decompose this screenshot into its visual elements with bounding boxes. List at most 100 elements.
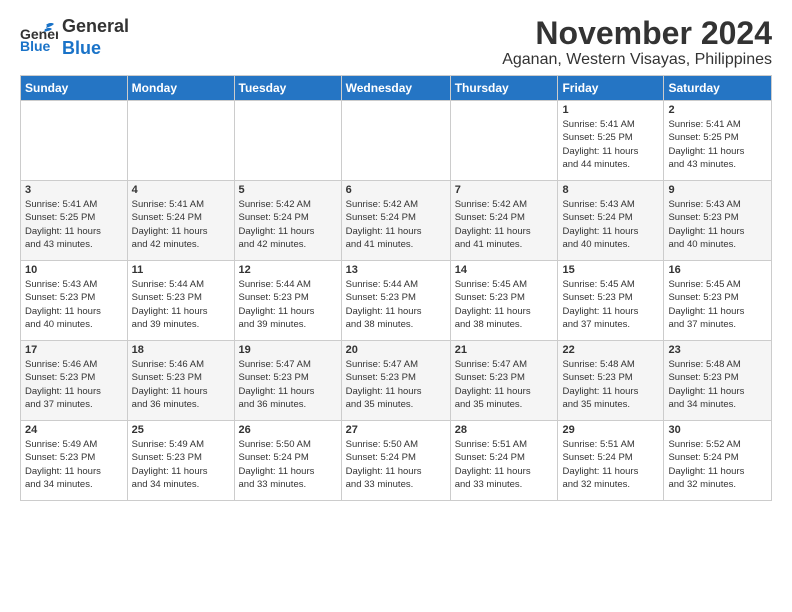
weekday-header-sunday: Sunday xyxy=(21,76,128,101)
day-info-line: and 38 minutes. xyxy=(346,319,414,330)
day-info: Sunrise: 5:44 AMSunset: 5:23 PMDaylight:… xyxy=(132,278,230,331)
calendar-header-row: SundayMondayTuesdayWednesdayThursdayFrid… xyxy=(21,76,772,101)
day-info-line: Sunrise: 5:41 AM xyxy=(668,119,740,130)
day-info-line: Daylight: 11 hours xyxy=(455,466,531,477)
calendar-body: 1 Sunrise: 5:41 AM Sunset: 5:25 PM Daylight… xyxy=(21,101,772,501)
calendar-cell xyxy=(127,101,234,181)
calendar-cell: 7Sunrise: 5:42 AMSunset: 5:24 PMDaylight… xyxy=(450,181,558,261)
day-number: 18 xyxy=(132,344,230,356)
logo: General Blue General Blue xyxy=(20,16,129,59)
day-info-line: Sunset: 5:23 PM xyxy=(25,452,95,463)
day-number: 16 xyxy=(668,264,767,276)
day-number: 1 xyxy=(562,104,659,116)
day-info-line: and 36 minutes. xyxy=(239,399,307,410)
day-info-line: Daylight: 11 hours xyxy=(239,226,315,237)
calendar-cell: 13Sunrise: 5:44 AMSunset: 5:23 PMDayligh… xyxy=(341,261,450,341)
day-info-line: Sunset: 5:25 PM xyxy=(562,132,632,143)
day-info-line: Sunset: 5:23 PM xyxy=(132,292,202,303)
day-info: Sunrise: 5:41 AMSunset: 5:25 PMDaylight:… xyxy=(668,118,767,171)
day-info-line: Daylight: 11 hours xyxy=(668,226,744,237)
day-info-line: Sunset: 5:25 PM xyxy=(25,212,95,223)
day-info-line: Sunset: 5:23 PM xyxy=(668,212,738,223)
day-info: Sunrise: 5:43 AMSunset: 5:24 PMDaylight:… xyxy=(562,198,659,251)
day-info-line: Daylight: 11 hours xyxy=(668,466,744,477)
day-info-line: Sunrise: 5:45 AM xyxy=(562,279,634,290)
svg-text:Blue: Blue xyxy=(20,38,51,53)
day-info-line: Sunrise: 5:45 AM xyxy=(668,279,740,290)
calendar-table: SundayMondayTuesdayWednesdayThursdayFrid… xyxy=(20,75,772,501)
day-info-line: Daylight: 11 hours xyxy=(346,306,422,317)
logo-icon: General Blue xyxy=(20,23,58,53)
day-info-line: Daylight: 11 hours xyxy=(132,226,208,237)
day-info-line: Sunset: 5:23 PM xyxy=(346,372,416,383)
day-info: Sunrise: 5:48 AMSunset: 5:23 PMDaylight:… xyxy=(562,358,659,411)
calendar-cell xyxy=(450,101,558,181)
calendar-cell: 2Sunrise: 5:41 AMSunset: 5:25 PMDaylight… xyxy=(664,101,772,181)
weekday-header-wednesday: Wednesday xyxy=(341,76,450,101)
day-info-line: Sunset: 5:23 PM xyxy=(132,372,202,383)
day-info-line: Sunrise: 5:46 AM xyxy=(132,359,204,370)
day-info-line: Daylight: 11 hours xyxy=(562,306,638,317)
title-block: November 2024 Aganan, Western Visayas, P… xyxy=(502,16,772,69)
day-number: 5 xyxy=(239,184,337,196)
day-info-line: and 33 minutes. xyxy=(346,479,414,490)
day-info-line: Sunrise: 5:43 AM xyxy=(562,199,634,210)
calendar-cell: 20 Sunrise: 5:47 AM Sunset: 5:23 PM Dayligh… xyxy=(341,341,450,421)
calendar-week-2: 3Sunrise: 5:41 AMSunset: 5:25 PMDaylight… xyxy=(21,181,772,261)
day-info-line: Sunset: 5:23 PM xyxy=(455,372,525,383)
day-number: 20 xyxy=(346,344,446,356)
day-info-line: Daylight: 11 hours xyxy=(25,306,101,317)
day-info-line: and 40 minutes. xyxy=(668,239,736,250)
day-number: 11 xyxy=(132,264,230,276)
calendar-cell: 27Sunrise: 5:50 AMSunset: 5:24 PMDayligh… xyxy=(341,421,450,501)
day-info-line: and 35 minutes. xyxy=(455,399,523,410)
calendar-week-4: 17Sunrise: 5:46 AMSunset: 5:23 PMDayligh… xyxy=(21,341,772,421)
day-info: Sunrise: 5:43 AMSunset: 5:23 PMDaylight:… xyxy=(668,198,767,251)
day-info-line: Sunrise: 5:44 AM xyxy=(132,279,204,290)
calendar-week-1: 1 Sunrise: 5:41 AM Sunset: 5:25 PM Daylight… xyxy=(21,101,772,181)
logo-line1: General xyxy=(62,16,129,38)
day-info-line: Daylight: 11 hours xyxy=(455,386,531,397)
calendar-title: November 2024 xyxy=(502,16,772,51)
day-info: Sunrise: 5:46 AMSunset: 5:23 PMDaylight:… xyxy=(132,358,230,411)
day-info-line: Sunrise: 5:47 AM xyxy=(346,359,418,370)
day-info-line: Daylight: 11 hours xyxy=(346,466,422,477)
day-info-line: Sunset: 5:24 PM xyxy=(455,452,525,463)
day-info-line: and 32 minutes. xyxy=(668,479,736,490)
day-info-line: and 37 minutes. xyxy=(562,319,630,330)
day-info: Sunrise: 5:48 AMSunset: 5:23 PMDaylight:… xyxy=(668,358,767,411)
day-info-line: Daylight: 11 hours xyxy=(25,466,101,477)
day-info-line: Sunrise: 5:52 AM xyxy=(668,439,740,450)
day-info-line: and 39 minutes. xyxy=(132,319,200,330)
day-info-line: Sunset: 5:23 PM xyxy=(346,292,416,303)
day-info-line: Daylight: 11 hours xyxy=(346,386,422,397)
calendar-subtitle: Aganan, Western Visayas, Philippines xyxy=(502,51,772,69)
calendar-cell: 1Sunrise: 5:41 AMSunset: 5:25 PMDaylight… xyxy=(558,101,664,181)
day-info: Sunrise: 5:47 AMSunset: 5:23 PMDaylight:… xyxy=(239,358,337,411)
day-info-line: Daylight: 11 hours xyxy=(239,386,315,397)
day-number: 14 xyxy=(455,264,554,276)
weekday-header-saturday: Saturday xyxy=(664,76,772,101)
day-info-line: Daylight: 11 hours xyxy=(239,306,315,317)
day-info-line: Daylight: 11 hours xyxy=(346,226,422,237)
day-info-line: Daylight: 11 hours xyxy=(25,386,101,397)
day-info-line: Sunrise: 5:49 AM xyxy=(132,439,204,450)
day-info-line: Sunset: 5:24 PM xyxy=(239,452,309,463)
day-info-line: and 35 minutes. xyxy=(346,399,414,410)
day-info: Sunrise: 5:47 AM Sunset: 5:23 PM Daylight:… xyxy=(346,358,446,411)
day-info-line: and 33 minutes. xyxy=(455,479,523,490)
day-info-line: Daylight: 11 hours xyxy=(562,146,638,157)
day-info-line: Sunset: 5:25 PM xyxy=(668,132,738,143)
calendar-cell: 26Sunrise: 5:50 AMSunset: 5:24 PMDayligh… xyxy=(234,421,341,501)
day-info-line: Daylight: 11 hours xyxy=(455,306,531,317)
day-info-line: Sunset: 5:23 PM xyxy=(239,292,309,303)
day-info: Sunrise: 5:47 AMSunset: 5:23 PMDaylight:… xyxy=(455,358,554,411)
day-info-line: Daylight: 11 hours xyxy=(25,226,101,237)
calendar-cell: 15Sunrise: 5:45 AMSunset: 5:23 PMDayligh… xyxy=(558,261,664,341)
day-info-line: Sunset: 5:23 PM xyxy=(562,372,632,383)
page: General Blue General Blue November 2024 … xyxy=(0,0,792,511)
weekday-header-friday: Friday xyxy=(558,76,664,101)
day-info: Sunrise: 5:41 AMSunset: 5:24 PMDaylight:… xyxy=(132,198,230,251)
day-info-line: Sunset: 5:23 PM xyxy=(132,452,202,463)
day-number: 13 xyxy=(346,264,446,276)
